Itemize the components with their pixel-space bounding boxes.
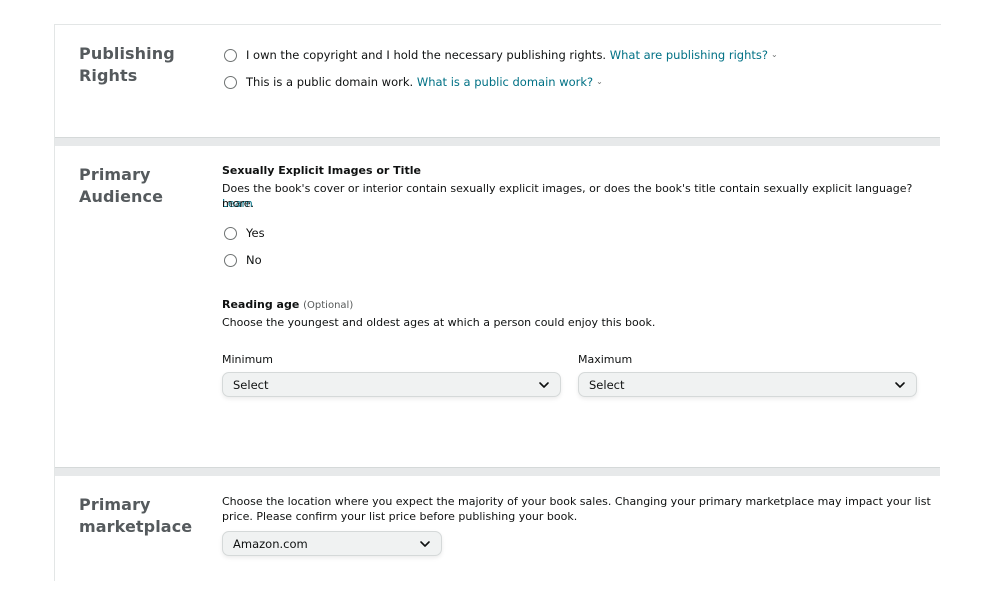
publishing-rights-title-line1: Publishing [79,44,175,63]
explicit-content-question: Does the book's cover or interior contai… [222,181,922,211]
reading-age-optional-label: (Optional) [303,300,354,311]
radio-public-domain-circle[interactable] [224,75,237,89]
kdp-book-details-page: Publishing Rights I own the copyright an… [0,0,1000,600]
reading-age-description: Choose the youngest and oldest ages at w… [222,316,656,329]
radio-yes-label: Yes [246,226,265,240]
radio-own-copyright-circle[interactable] [224,48,237,62]
radio-own-copyright[interactable]: I own the copyright and I hold the neces… [224,48,778,62]
primary-audience-title-line2: Audience [79,187,164,206]
maximum-age-label: Maximum [578,353,633,366]
primary-marketplace-title-line1: Primary [79,495,151,514]
radio-public-domain[interactable]: This is a public domain work. What is a … [224,75,603,89]
publishing-rights-title-line2: Rights [79,66,138,85]
publishing-rights-help-link[interactable]: What are publishing rights? [610,48,768,62]
explicit-question-text: Does the book's cover or interior contai… [222,182,913,195]
maximum-age-select[interactable]: Select [578,372,917,397]
marketplace-description-line2: price. Please confirm your list price be… [222,510,578,523]
chevron-down-icon [539,381,549,388]
primary-audience-title: Primary Audience [79,164,163,208]
reading-age-heading-text: Reading age [222,298,300,311]
primary-marketplace-title: Primary marketplace [79,494,192,538]
chevron-down-icon[interactable]: ⌄ [596,77,603,86]
explicit-content-heading: Sexually Explicit Images or Title [222,164,421,177]
chevron-down-icon [895,381,905,388]
reading-age-heading: Reading age (Optional) [222,297,353,313]
radio-no-label: No [246,253,262,267]
radio-yes-circle[interactable] [224,226,237,240]
marketplace-select[interactable]: Amazon.com [222,531,442,556]
primary-audience-title-line1: Primary [79,165,151,184]
primary-marketplace-title-line2: marketplace [79,517,193,536]
radio-explicit-no[interactable]: No [224,253,262,267]
radio-no-circle[interactable] [224,253,237,267]
marketplace-description-line1: Choose the location where you expect the… [222,495,931,508]
section-divider [55,137,940,146]
minimum-age-select[interactable]: Select [222,372,561,397]
radio-explicit-yes[interactable]: Yes [224,226,265,240]
maximum-age-select-value: Select [589,377,625,392]
minimum-age-label: Minimum [222,353,273,366]
public-domain-help-link[interactable]: What is a public domain work? [417,75,593,89]
section-divider [55,467,940,476]
marketplace-select-value: Amazon.com [233,536,308,551]
learn-more-link-continued[interactable]: more. [222,196,254,211]
radio-own-copyright-label: I own the copyright and I hold the neces… [246,48,607,62]
minimum-age-select-value: Select [233,377,269,392]
publishing-rights-title: Publishing Rights [79,43,175,87]
radio-public-domain-label: This is a public domain work. [246,75,414,89]
chevron-down-icon [420,540,430,547]
chevron-down-icon[interactable]: ⌄ [771,50,778,59]
